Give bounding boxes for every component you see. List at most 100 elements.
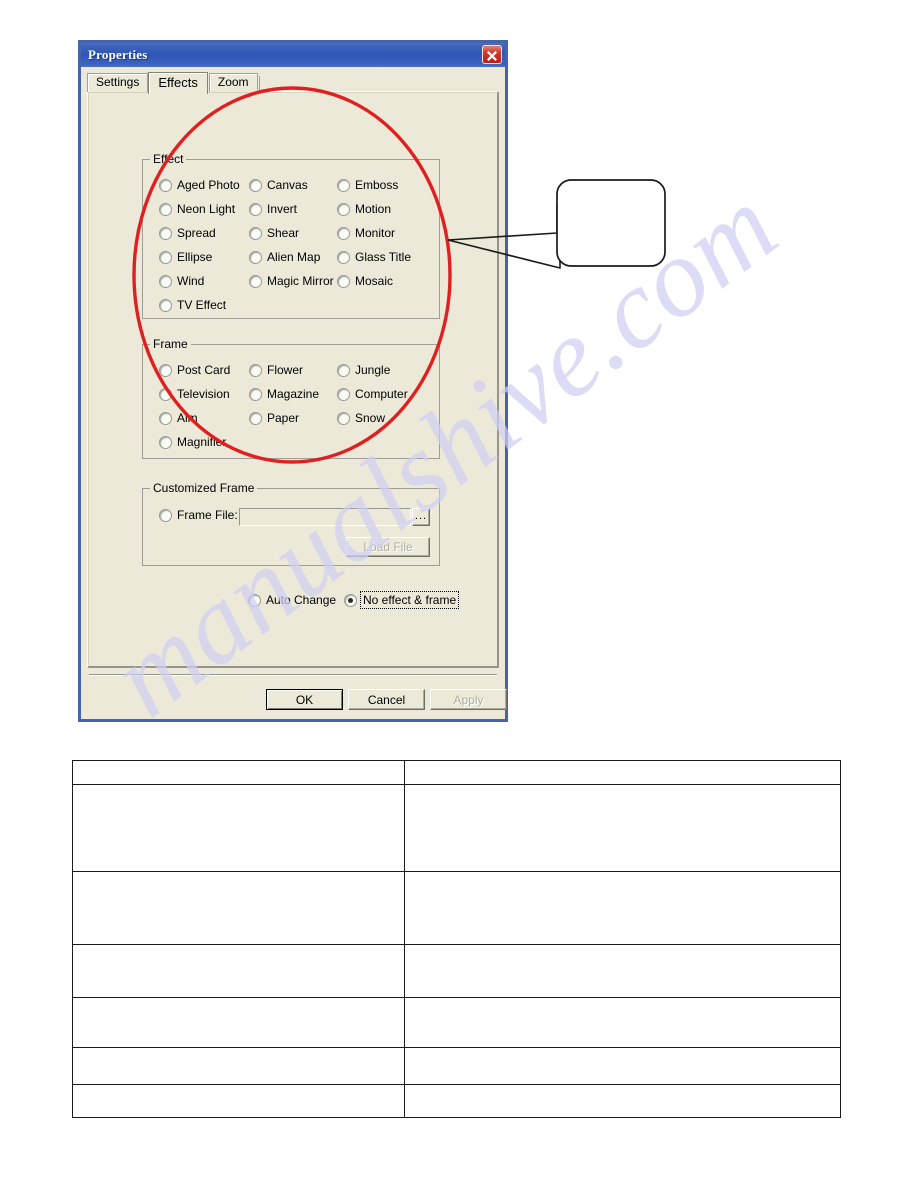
tab-settings-label: Settings xyxy=(96,75,140,89)
radio-dot-icon xyxy=(337,274,350,288)
radio-dot-icon xyxy=(337,250,350,264)
table-cell xyxy=(404,1047,841,1085)
radio-dot-icon xyxy=(249,387,262,401)
table-cell xyxy=(404,784,841,872)
radio-invert[interactable]: Invert xyxy=(249,202,297,216)
radio-monitor[interactable]: Monitor xyxy=(337,226,395,240)
radio-emboss[interactable]: Emboss xyxy=(337,178,398,192)
radio-dot-icon xyxy=(159,411,172,425)
radio-dot-icon xyxy=(337,178,350,192)
radio-aim[interactable]: Aim xyxy=(159,411,198,425)
table-cell xyxy=(72,1047,405,1085)
table-cell xyxy=(404,871,841,945)
radio-flower[interactable]: Flower xyxy=(249,363,303,377)
radio-magazine[interactable]: Magazine xyxy=(249,387,319,401)
radio-ellipse[interactable]: Ellipse xyxy=(159,250,212,264)
table-cell xyxy=(72,997,405,1048)
table-cell xyxy=(72,1084,405,1118)
dialog-title: Properties xyxy=(88,47,148,62)
table-cell xyxy=(404,944,841,998)
radio-dot-icon xyxy=(337,387,350,401)
bottom-table xyxy=(72,760,841,1118)
radio-motion[interactable]: Motion xyxy=(337,202,391,216)
table-row xyxy=(72,1084,841,1118)
radio-dot-icon xyxy=(337,202,350,216)
radio-jungle[interactable]: Jungle xyxy=(337,363,390,377)
radio-dot-icon xyxy=(344,593,357,607)
table-row xyxy=(72,784,841,872)
properties-dialog: Properties Settings Effects Zoom Effect … xyxy=(78,40,508,722)
effect-groupbox: Effect Aged Photo Canvas Emboss Neon Lig… xyxy=(142,152,440,319)
table-row xyxy=(72,997,841,1048)
tab-strip-end-divider xyxy=(258,76,260,92)
radio-dot-icon xyxy=(159,178,172,192)
radio-paper[interactable]: Paper xyxy=(249,411,299,425)
radio-mosaic[interactable]: Mosaic xyxy=(337,274,393,288)
radio-dot-icon xyxy=(337,363,350,377)
tab-settings[interactable]: Settings xyxy=(87,73,149,92)
table-cell xyxy=(72,944,405,998)
radio-dot-icon xyxy=(249,274,262,288)
table-row xyxy=(72,760,841,785)
radio-glass-title[interactable]: Glass Title xyxy=(337,250,411,264)
dialog-titlebar: Properties xyxy=(78,40,508,67)
radio-dot-icon xyxy=(159,298,172,312)
table-cell xyxy=(404,997,841,1048)
effects-tab-panel: Effect Aged Photo Canvas Emboss Neon Lig… xyxy=(87,91,499,668)
browse-button[interactable]: ... xyxy=(412,508,430,526)
table-cell xyxy=(72,760,405,785)
radio-aged-photo[interactable]: Aged Photo xyxy=(159,178,240,192)
effect-radio-grid: Aged Photo Canvas Emboss Neon Light Inve… xyxy=(143,160,439,318)
table-cell xyxy=(404,760,841,785)
radio-magic-mirror[interactable]: Magic Mirror xyxy=(249,274,334,288)
tab-zoom[interactable]: Zoom xyxy=(208,73,258,92)
radio-dot-icon xyxy=(159,435,172,449)
table-cell xyxy=(72,871,405,945)
radio-dot-icon xyxy=(159,363,172,377)
tab-zoom-label: Zoom xyxy=(217,75,249,89)
radio-auto-change[interactable]: Auto Change xyxy=(248,593,336,607)
radio-no-effect-and-frame[interactable]: No effect & frame xyxy=(344,591,460,609)
ok-button[interactable]: OK xyxy=(266,689,343,710)
radio-shear[interactable]: Shear xyxy=(249,226,299,240)
radio-dot-icon xyxy=(249,363,262,377)
radio-dot-icon xyxy=(159,274,172,288)
frame-groupbox: Frame Post Card Flower Jungle Television… xyxy=(142,337,440,459)
tab-effects[interactable]: Effects xyxy=(148,72,208,94)
radio-television[interactable]: Television xyxy=(159,387,230,401)
frame-file-input[interactable] xyxy=(239,508,411,526)
radio-dot-icon xyxy=(249,226,262,240)
radio-dot-icon xyxy=(159,202,172,216)
load-file-button[interactable]: Load File xyxy=(346,537,430,557)
radio-magnifier[interactable]: Magnifier xyxy=(159,435,226,449)
tab-strip: Settings Effects Zoom xyxy=(87,72,260,94)
radio-dot-icon xyxy=(337,226,350,240)
apply-button[interactable]: Apply xyxy=(430,689,507,710)
table-row xyxy=(72,871,841,945)
cancel-button[interactable]: Cancel xyxy=(348,689,425,710)
radio-neon-light[interactable]: Neon Light xyxy=(159,202,235,216)
radio-wind[interactable]: Wind xyxy=(159,274,204,288)
close-icon[interactable] xyxy=(482,45,502,64)
table-cell xyxy=(72,784,405,872)
tab-effects-label: Effects xyxy=(158,75,198,90)
frame-radio-grid: Post Card Flower Jungle Television Magaz… xyxy=(143,345,439,458)
customized-frame-groupbox: Customized Frame Frame File: ... Load Fi… xyxy=(142,481,440,566)
radio-snow[interactable]: Snow xyxy=(337,411,385,425)
radio-computer[interactable]: Computer xyxy=(337,387,408,401)
customized-frame-legend: Customized Frame xyxy=(150,481,258,495)
radio-frame-file[interactable]: Frame File: xyxy=(159,508,238,522)
radio-dot-icon xyxy=(159,508,172,522)
radio-alien-map[interactable]: Alien Map xyxy=(249,250,320,264)
radio-dot-icon xyxy=(159,387,172,401)
table-cell xyxy=(404,1084,841,1118)
button-bar-divider xyxy=(89,674,497,676)
radio-dot-icon xyxy=(159,250,172,264)
radio-spread[interactable]: Spread xyxy=(159,226,216,240)
radio-canvas[interactable]: Canvas xyxy=(249,178,308,192)
radio-tv-effect[interactable]: TV Effect xyxy=(159,298,226,312)
radio-post-card[interactable]: Post Card xyxy=(159,363,230,377)
callout-bubble xyxy=(556,179,666,267)
table-row xyxy=(72,1047,841,1085)
radio-dot-icon xyxy=(249,411,262,425)
